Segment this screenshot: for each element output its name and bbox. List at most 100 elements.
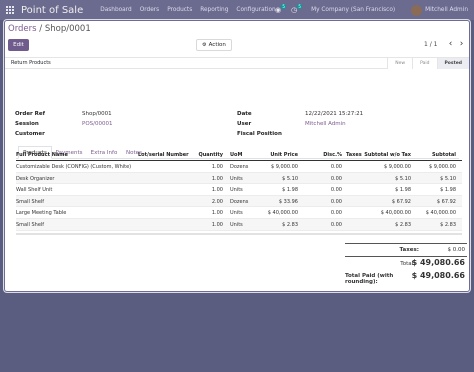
cell-subtotal: $ 2.83 — [440, 221, 456, 228]
cell-subtotal: $ 9,000.00 — [428, 164, 456, 170]
table-row[interactable]: Customizable Desk (CONFIG) (Custom, Whit… — [16, 161, 462, 173]
cell-discount: 0.00 — [330, 198, 342, 205]
apps-menu-icon[interactable] — [6, 5, 15, 15]
cell-uom: Dozens — [230, 198, 249, 205]
cell-quantity: 1.00 — [211, 221, 223, 228]
table-body: Customizable Desk (CONFIG) (Custom, Whit… — [16, 161, 462, 231]
pager-value[interactable]: 1 / 1 — [424, 41, 437, 48]
stage-paid: Paid — [412, 58, 437, 69]
col-discount[interactable]: Disc.% — [323, 152, 342, 158]
cell-discount: 0.00 — [330, 221, 342, 228]
activity-clock-icon[interactable]: ◷ 5 — [289, 4, 303, 15]
menu-reporting[interactable]: Reporting — [200, 7, 228, 13]
form-panel: Orders / Shop/0001 Edit ⚙ Action 1 / 1 ‹… — [4, 20, 470, 292]
stage-posted: Posted — [436, 58, 469, 69]
taxes-value: $ 0.00 — [447, 247, 466, 253]
user-avatar[interactable] — [411, 4, 423, 16]
cell-unit-price: $ 9,000.00 — [270, 164, 298, 170]
table-row[interactable]: Small Shelf 2.00 Dozens $ 33.96 0.00 $ 67.92 $… — [16, 195, 462, 208]
pager-arrows: ‹ › — [446, 38, 468, 50]
col-subtotal[interactable]: Subtotal — [432, 152, 456, 158]
col-taxes[interactable]: Taxes — [346, 152, 362, 158]
cell-discount: 0.00 — [330, 210, 342, 217]
cell-unit-price: $ 40,000.00 — [267, 210, 298, 217]
cell-subtotal: $ 1.98 — [440, 187, 456, 194]
next-record-icon[interactable]: › — [457, 38, 466, 50]
cell-subtotal-wo-tax: $ 67.92 — [391, 198, 411, 205]
paid-line: Total Paid (with rounding): $ 49,080.66 — [345, 269, 467, 285]
table-row[interactable]: Wall Shelf Unit 1.00 Units $ 1.98 0.00 $ 1.98… — [16, 184, 462, 196]
chat-icon[interactable]: ◉ 5 — [273, 4, 287, 15]
session-link[interactable]: POS/00001 — [82, 121, 113, 127]
menu-dashboard[interactable]: Dashboard — [100, 7, 131, 13]
date-value: 12/22/2021 15:27:21 — [305, 111, 364, 117]
activity-badge: 5 — [297, 4, 303, 9]
cell-product: Customizable Desk (CONFIG) (Custom, Whit… — [16, 164, 132, 170]
cell-subtotal-wo-tax: $ 5.10 — [395, 175, 411, 182]
table-row[interactable]: Desk Organizer 1.00 Units $ 5.10 0.00 $ 5.10 $… — [16, 172, 462, 185]
cell-subtotal: $ 5.10 — [440, 175, 456, 182]
breadcrumb-separator: / — [36, 24, 45, 34]
cell-unit-price: $ 5.10 — [282, 175, 298, 182]
return-products-button[interactable]: Return Products — [11, 60, 51, 66]
cell-uom: Units — [230, 210, 243, 217]
cell-quantity: 1.00 — [211, 187, 223, 194]
cell-product: Small Shelf — [16, 198, 45, 205]
cell-product: Desk Organizer — [16, 175, 55, 182]
col-quantity[interactable]: Quantity — [199, 152, 224, 158]
cell-uom: Units — [230, 175, 243, 182]
breadcrumb: Orders / Shop/0001 — [8, 24, 91, 34]
top-navbar: Point of Sale Dashboard Orders Products … — [0, 0, 474, 20]
cell-product: Small Shelf — [16, 221, 45, 228]
navbar-systray: ◉ 5 ◷ 5 My Company (San Francisco) Mitchel… — [267, 0, 468, 20]
order-ref-value: Shop/0001 — [82, 111, 112, 117]
total-value: $ 49,080.66 — [411, 258, 465, 267]
cell-subtotal: $ 40,000.00 — [425, 210, 456, 217]
action-button[interactable]: ⚙ Action — [196, 39, 232, 51]
session-label: Session — [15, 121, 39, 127]
total-line: Total: $ 49,080.66 — [345, 256, 467, 269]
cell-discount: 0.00 — [330, 164, 342, 170]
cell-subtotal-wo-tax: $ 40,000.00 — [380, 210, 411, 217]
cell-discount: 0.00 — [330, 187, 342, 194]
cell-subtotal-wo-tax: $ 1.98 — [395, 187, 411, 194]
cell-subtotal-wo-tax: $ 2.83 — [395, 221, 411, 228]
taxes-label: Taxes: — [399, 247, 419, 253]
statusbar: Return Products New Paid Posted — [5, 57, 469, 69]
cell-subtotal-wo-tax: $ 9,000.00 — [383, 164, 411, 170]
cell-unit-price: $ 33.96 — [278, 198, 298, 205]
col-unit-price[interactable]: Unit Price — [270, 152, 298, 158]
cell-quantity: 1.00 — [211, 210, 223, 217]
user-label: User — [237, 121, 252, 127]
previous-record-icon[interactable]: ‹ — [446, 38, 455, 50]
date-label: Date — [237, 111, 252, 117]
menu-orders[interactable]: Orders — [140, 7, 160, 13]
user-menu[interactable]: Mitchell Admin — [425, 7, 468, 13]
col-subtotal-wo-tax[interactable]: Subtotal w/o Tax — [364, 152, 411, 158]
cell-uom: Dozens — [230, 164, 249, 170]
paid-value: $ 49,080.66 — [411, 271, 465, 280]
app-name[interactable]: Point of Sale — [21, 5, 83, 16]
table-row[interactable]: Small Shelf 1.00 Units $ 2.83 0.00 $ 2.83 $ 2.… — [16, 218, 462, 231]
edit-button[interactable]: Edit — [8, 39, 29, 51]
breadcrumb-current: Shop/0001 — [44, 24, 91, 34]
cell-quantity: 1.00 — [211, 164, 223, 170]
totals-block: Taxes: $ 0.00 Total: $ 49,080.66 Total P… — [345, 243, 467, 285]
cell-product: Large Meeting Table — [16, 210, 67, 217]
col-product[interactable]: Full Product Name — [16, 152, 68, 158]
breadcrumb-orders[interactable]: Orders — [8, 24, 37, 34]
cell-quantity: 1.00 — [211, 175, 223, 182]
status-stages: New Paid Posted — [387, 58, 469, 69]
cell-unit-price: $ 1.98 — [282, 187, 298, 194]
table-footer — [16, 231, 462, 235]
cell-subtotal: $ 67.92 — [436, 198, 456, 205]
taxes-line: Taxes: $ 0.00 — [345, 243, 467, 256]
col-uom[interactable]: UoM — [230, 152, 242, 158]
user-link[interactable]: Mitchell Admin — [305, 121, 346, 127]
table-row[interactable]: Large Meeting Table 1.00 Units $ 40,000.00 0… — [16, 207, 462, 219]
cell-quantity: 2.00 — [211, 198, 223, 205]
col-lot[interactable]: Lot/serial Number — [138, 152, 189, 158]
table-header: Full Product Name Lot/serial Number Quan… — [16, 149, 462, 161]
menu-products[interactable]: Products — [167, 7, 192, 13]
company-switcher[interactable]: My Company (San Francisco) — [311, 7, 395, 13]
